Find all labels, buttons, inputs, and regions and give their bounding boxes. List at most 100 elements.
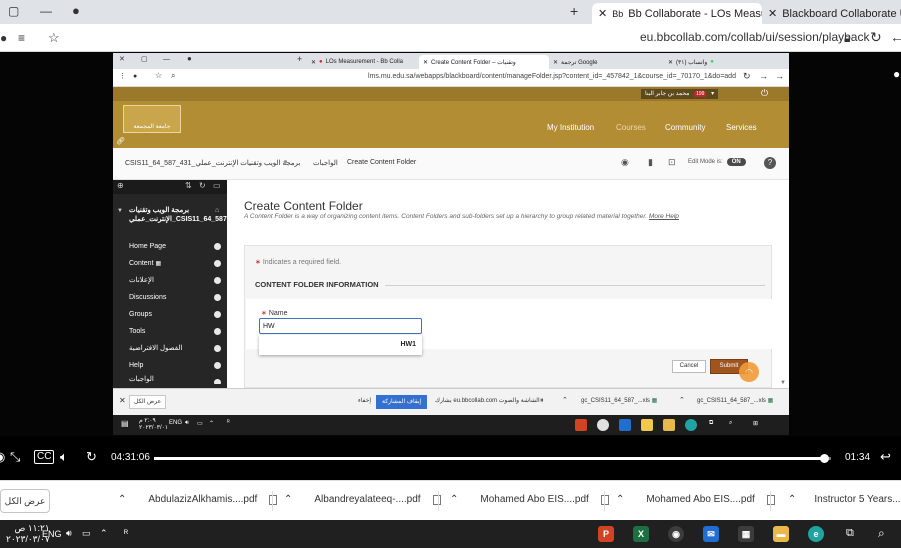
- book-icon[interactable]: ▮: [648, 158, 653, 167]
- name-input[interactable]: [259, 318, 422, 334]
- close-icon[interactable]: ✕: [119, 397, 126, 405]
- user-menu[interactable]: محمد بن جابر البنا 199 ▾: [641, 89, 719, 99]
- search-icon[interactable]: ⌕: [729, 420, 732, 427]
- speaker-icon[interactable]: 🔊︎: [66, 528, 72, 539]
- chevron-up-icon[interactable]: ⌃: [679, 397, 685, 404]
- outer-url[interactable]: eu.bbcollab.com/collab/ui/session/playba…: [640, 30, 869, 44]
- university-logo[interactable]: جامعة المجمعة: [123, 105, 181, 133]
- skip-forward-icon[interactable]: ↻: [86, 450, 97, 463]
- download-item[interactable]: ⌃ Mohamed Abo EIS....pdf: [616, 494, 775, 505]
- course-title[interactable]: ▼ ⌂ برمجة الويب وتقنيات الإنترنت_عملي_CS…: [113, 194, 242, 238]
- chevron-up-icon[interactable]: ⌃: [209, 420, 214, 427]
- store-icon[interactable]: ▦: [738, 526, 754, 542]
- new-tab-icon[interactable]: +: [570, 4, 578, 18]
- show-all-button[interactable]: عرض الكل: [129, 395, 167, 409]
- menu-item-virtual-classes[interactable]: الفصول الافتراضية: [113, 340, 227, 357]
- menu-item-content[interactable]: Content ▦: [113, 255, 227, 272]
- nav-my-institution[interactable]: My Institution: [547, 123, 594, 132]
- reload-icon[interactable]: ↻: [870, 30, 882, 44]
- lock-icon[interactable]: ⊡: [668, 158, 676, 167]
- profile-icon[interactable]: ●: [0, 32, 7, 44]
- edge-icon[interactable]: e: [808, 526, 824, 542]
- logout-icon[interactable]: ⏻: [761, 89, 768, 98]
- play-icon[interactable]: ◉: [0, 450, 5, 463]
- download-item[interactable]: ⌃ Instructor 5 Years....pdf: [788, 494, 901, 505]
- download-file[interactable]: gc_CSIS11_64_587_...xls ▦: [581, 397, 657, 404]
- breadcrumb-section[interactable]: الواجبات: [313, 159, 338, 167]
- breadcrumb-course[interactable]: CSIS11_64_587_431_برمجة الويب وتقنيات ال…: [125, 159, 300, 167]
- chrome-icon[interactable]: ◉: [668, 526, 684, 542]
- window-restore-icon[interactable]: ▢: [8, 5, 19, 17]
- chevron-up-icon[interactable]: ⌃: [100, 528, 108, 539]
- link-icon[interactable]: 🔗︎: [116, 138, 125, 145]
- chevron-down-icon[interactable]: ▼: [117, 208, 123, 214]
- nav-courses[interactable]: Courses: [616, 123, 646, 132]
- more-help-link[interactable]: More Help: [649, 213, 679, 220]
- edit-mode-toggle[interactable]: Edit Mode is: ON: [688, 158, 746, 166]
- home-icon[interactable]: ⌂: [215, 207, 219, 214]
- zoom-icon[interactable]: ⌕: [171, 72, 175, 80]
- chevron-up-icon[interactable]: ⌃: [788, 494, 796, 505]
- chevron-up-icon[interactable]: ⌃: [616, 494, 624, 505]
- add-icon[interactable]: ⊕: [117, 182, 124, 190]
- forward-icon[interactable]: →: [759, 72, 768, 81]
- show-all-downloads-button[interactable]: عرض الكل: [0, 489, 50, 513]
- rewind-icon[interactable]: ↩: [880, 450, 891, 463]
- chevron-up-icon[interactable]: ⌃: [450, 494, 458, 505]
- nav-community[interactable]: Community: [665, 123, 705, 132]
- file-explorer-icon[interactable]: ▬: [773, 526, 789, 542]
- windows-start-icon[interactable]: ⊞: [753, 420, 758, 427]
- download-item[interactable]: ⌃ Albandreyalateeq-....pdf: [284, 494, 441, 505]
- download-item[interactable]: ⌃ Mohamed Abo EIS....pdf: [450, 494, 609, 505]
- record-icon[interactable]: ●: [72, 4, 80, 17]
- chevron-up-icon[interactable]: ⌃: [284, 494, 292, 505]
- close-icon[interactable]: ✕: [311, 59, 316, 66]
- inner-tab-google-translate[interactable]: ✕ ترجمة Google: [553, 55, 653, 69]
- seek-bar[interactable]: [154, 454, 831, 463]
- search-icon[interactable]: ⌕: [878, 526, 885, 541]
- network-icon[interactable]: ▭: [197, 420, 203, 427]
- star-icon[interactable]: ☆: [155, 72, 162, 80]
- folder-icon[interactable]: ▭: [213, 182, 221, 190]
- nav-services[interactable]: Services: [726, 123, 757, 132]
- close-icon[interactable]: ✕: [768, 7, 777, 20]
- hide-link[interactable]: إخفاء: [358, 397, 371, 404]
- speaker-icon[interactable]: 🔊︎: [185, 420, 189, 427]
- cancel-button[interactable]: Cancel: [672, 360, 706, 373]
- menu-item-help[interactable]: Help: [113, 357, 227, 374]
- close-icon[interactable]: ✕: [598, 7, 607, 20]
- eye-icon[interactable]: ◉: [621, 158, 629, 167]
- sort-icon[interactable]: ⇅: [185, 182, 192, 190]
- close-icon[interactable]: ✕: [119, 56, 125, 63]
- chrome-icon[interactable]: [597, 419, 609, 431]
- store-icon[interactable]: [641, 419, 653, 431]
- menu-dots-icon[interactable]: ⋮: [119, 73, 126, 80]
- autocomplete-option[interactable]: HW1: [259, 335, 422, 355]
- menu-item-assignments[interactable]: الواجبات: [113, 374, 227, 384]
- people-icon[interactable]: ᴿ: [227, 420, 230, 426]
- close-icon[interactable]: ✕: [553, 59, 558, 66]
- menu-item-discussions[interactable]: Discussions: [113, 289, 227, 306]
- minimize-icon[interactable]: —: [40, 5, 52, 17]
- menu-item-tools[interactable]: Tools: [113, 323, 227, 340]
- task-view-icon[interactable]: ⧉: [709, 420, 713, 427]
- inner-tab-create-folder[interactable]: ✕ Create Content Folder – وتقنيات: [419, 55, 549, 69]
- outer-tab-collaborate-ultra[interactable]: ✕ Blackboard Collaborate Ultra -: [768, 3, 901, 24]
- reload-icon[interactable]: ↻: [743, 72, 751, 81]
- chevron-up-icon[interactable]: ⌃: [562, 397, 568, 404]
- record-icon[interactable]: ●: [187, 55, 192, 63]
- volume-icon[interactable]: 🔈︎: [60, 450, 68, 463]
- mail-icon[interactable]: ✉: [703, 526, 719, 542]
- task-view-icon[interactable]: ⧉: [846, 527, 854, 540]
- pause-icon[interactable]: ⏸: [540, 397, 544, 404]
- refresh-icon[interactable]: ↻: [199, 182, 206, 190]
- captions-icon[interactable]: CC: [34, 450, 55, 464]
- chevron-down-icon[interactable]: ▾: [711, 91, 714, 97]
- fullscreen-icon[interactable]: ⤡: [10, 450, 20, 463]
- close-icon[interactable]: ✕: [668, 59, 673, 66]
- back-icon[interactable]: →: [775, 72, 784, 81]
- menu-item-announcements[interactable]: الإعلانات: [113, 272, 227, 289]
- people-icon[interactable]: ᴿ: [124, 528, 128, 538]
- new-tab-icon[interactable]: +: [297, 55, 302, 64]
- notification-icon[interactable]: ▤: [121, 420, 129, 428]
